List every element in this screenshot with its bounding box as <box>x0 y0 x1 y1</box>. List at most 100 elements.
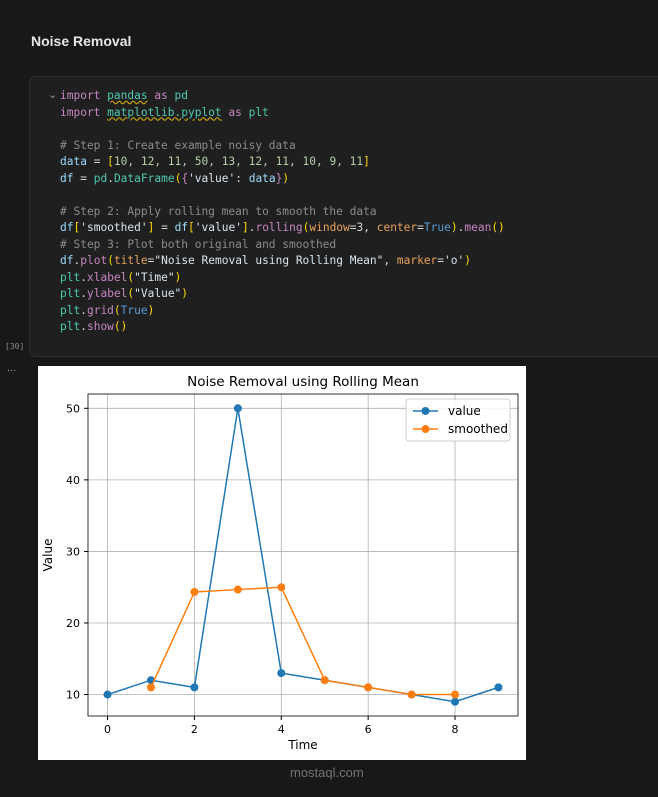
code-line: # Step 3: Plot both original and smoothe… <box>60 237 505 254</box>
code-token: pandas <box>107 89 148 102</box>
output-menu-button[interactable]: ... <box>7 362 16 374</box>
code-token: ) <box>174 270 182 284</box>
code-token: = <box>86 155 108 168</box>
code-token: plt <box>248 105 269 119</box>
code-token: . <box>80 270 87 284</box>
code-token: , <box>383 254 397 267</box>
x-axis-label: Time <box>287 738 317 752</box>
code-token: grid <box>86 303 114 317</box>
code-token: matplotlib.pyplot <box>107 105 222 119</box>
code-token: df <box>174 221 189 234</box>
code-line: plt.ylabel("Value") <box>60 286 505 303</box>
code-cell[interactable]: import pandas as pd import matplotlib.pyp… <box>29 76 658 357</box>
code-token: = <box>73 171 94 185</box>
watermark-logo: mostaql.com <box>290 765 364 780</box>
code-token: show <box>86 320 114 333</box>
code-token: [ <box>188 221 195 234</box>
series-line-smoothed <box>150 586 456 696</box>
data-point-smoothed <box>451 690 460 699</box>
code-line: import pandas as pd <box>60 88 505 105</box>
plot-output: 0 2 4 6 8 10 20 30 40 50 Noise Removal using Rolli… <box>38 366 526 760</box>
code-token: title <box>113 254 148 267</box>
code-token: plt <box>60 270 81 284</box>
x-tick-label: 4 <box>278 723 285 736</box>
legend-label: smoothed <box>448 422 508 436</box>
code-line: plt.xlabel("Time") <box>60 270 505 287</box>
code-token: as <box>147 89 175 102</box>
data-point-value <box>190 683 199 692</box>
code-token: . <box>107 171 114 185</box>
code-token: data <box>248 171 276 185</box>
y-tick-label: 50 <box>66 402 80 415</box>
code-editor[interactable]: import pandas as pd import matplotlib.pyp… <box>60 88 505 336</box>
code-token: marker <box>396 254 438 267</box>
code-token: ) <box>282 171 290 185</box>
y-tick-label: 30 <box>66 545 80 558</box>
code-line: df.plot(title="Noise Removal using Rolli… <box>60 253 505 270</box>
code-token: . <box>80 320 87 333</box>
code-token: "Noise Removal using Rolling Mean" <box>154 254 384 267</box>
code-token: ( <box>113 303 121 317</box>
legend-marker <box>421 425 430 433</box>
code-token: : <box>235 171 249 185</box>
code-line: data = [10, 12, 11, 50, 13, 12, 11, 10, … <box>60 154 505 171</box>
code-line: plt.show() <box>60 319 505 336</box>
code-token: = <box>417 221 424 234</box>
plot-area <box>87 393 519 717</box>
code-line: import matplotlib.pyplot as plt <box>60 105 505 122</box>
data-point-smoothed <box>364 683 373 692</box>
code-token: plot <box>80 254 108 267</box>
code-token: rolling <box>255 221 303 234</box>
code-token: pd <box>93 171 108 185</box>
code-token: ) <box>464 254 472 267</box>
chart-title: Noise Removal using Rolling Mean <box>187 374 419 390</box>
code-token: import <box>60 89 108 102</box>
code-token: plt <box>60 287 81 300</box>
data-point-smoothed <box>407 690 416 699</box>
code-token: df <box>60 254 74 267</box>
code-token: [ <box>107 155 114 168</box>
y-tick-label: 20 <box>66 617 80 630</box>
data-point-smoothed <box>233 585 242 594</box>
code-token: df <box>60 171 74 185</box>
code-token: . <box>80 287 87 300</box>
code-token: =3, <box>349 221 377 234</box>
data-point-smoothed <box>277 583 286 592</box>
data-point-smoothed <box>190 587 199 596</box>
code-token: window <box>309 221 350 234</box>
code-line: # Step 2: Apply rolling mean to smooth t… <box>60 204 505 221</box>
code-token: ) <box>450 221 458 234</box>
data-point-value <box>451 697 460 706</box>
code-token: plt <box>60 320 81 333</box>
code-token: () <box>113 320 128 333</box>
code-token: 'smoothed' <box>80 221 148 234</box>
series-line-value <box>107 408 499 703</box>
code-token: ( <box>107 254 114 267</box>
code-token: = <box>154 221 175 234</box>
code-token: df <box>60 221 74 234</box>
code-token: ) <box>147 303 155 317</box>
code-token: ylabel <box>86 287 128 300</box>
code-token: "Time" <box>134 270 175 284</box>
code-token: () <box>491 221 505 234</box>
data-point-value <box>494 683 503 692</box>
code-token: import <box>60 105 108 119</box>
y-axis-label: Value <box>41 539 55 572</box>
execution-count: [30] <box>5 342 25 351</box>
code-line: plt.grid(True) <box>60 303 505 320</box>
code-token: ] <box>363 155 370 168</box>
data-point-value <box>233 404 242 413</box>
code-token: # Step 1: Create example noisy data <box>60 138 296 152</box>
code-token: xlabel <box>86 270 128 284</box>
y-tick-label: 10 <box>66 689 80 702</box>
code-token: 'value' <box>188 171 236 185</box>
legend-marker <box>421 407 430 415</box>
code-line: df['smoothed'] = df['value'].rolling(win… <box>60 220 505 237</box>
code-token: 'o' <box>444 254 465 267</box>
chevron-down-icon[interactable]: ⌄ <box>48 88 57 101</box>
code-token: DataFrame <box>113 171 175 185</box>
code-line: # Step 1: Create example noisy data <box>60 138 505 155</box>
x-tick-label: 8 <box>452 723 459 736</box>
